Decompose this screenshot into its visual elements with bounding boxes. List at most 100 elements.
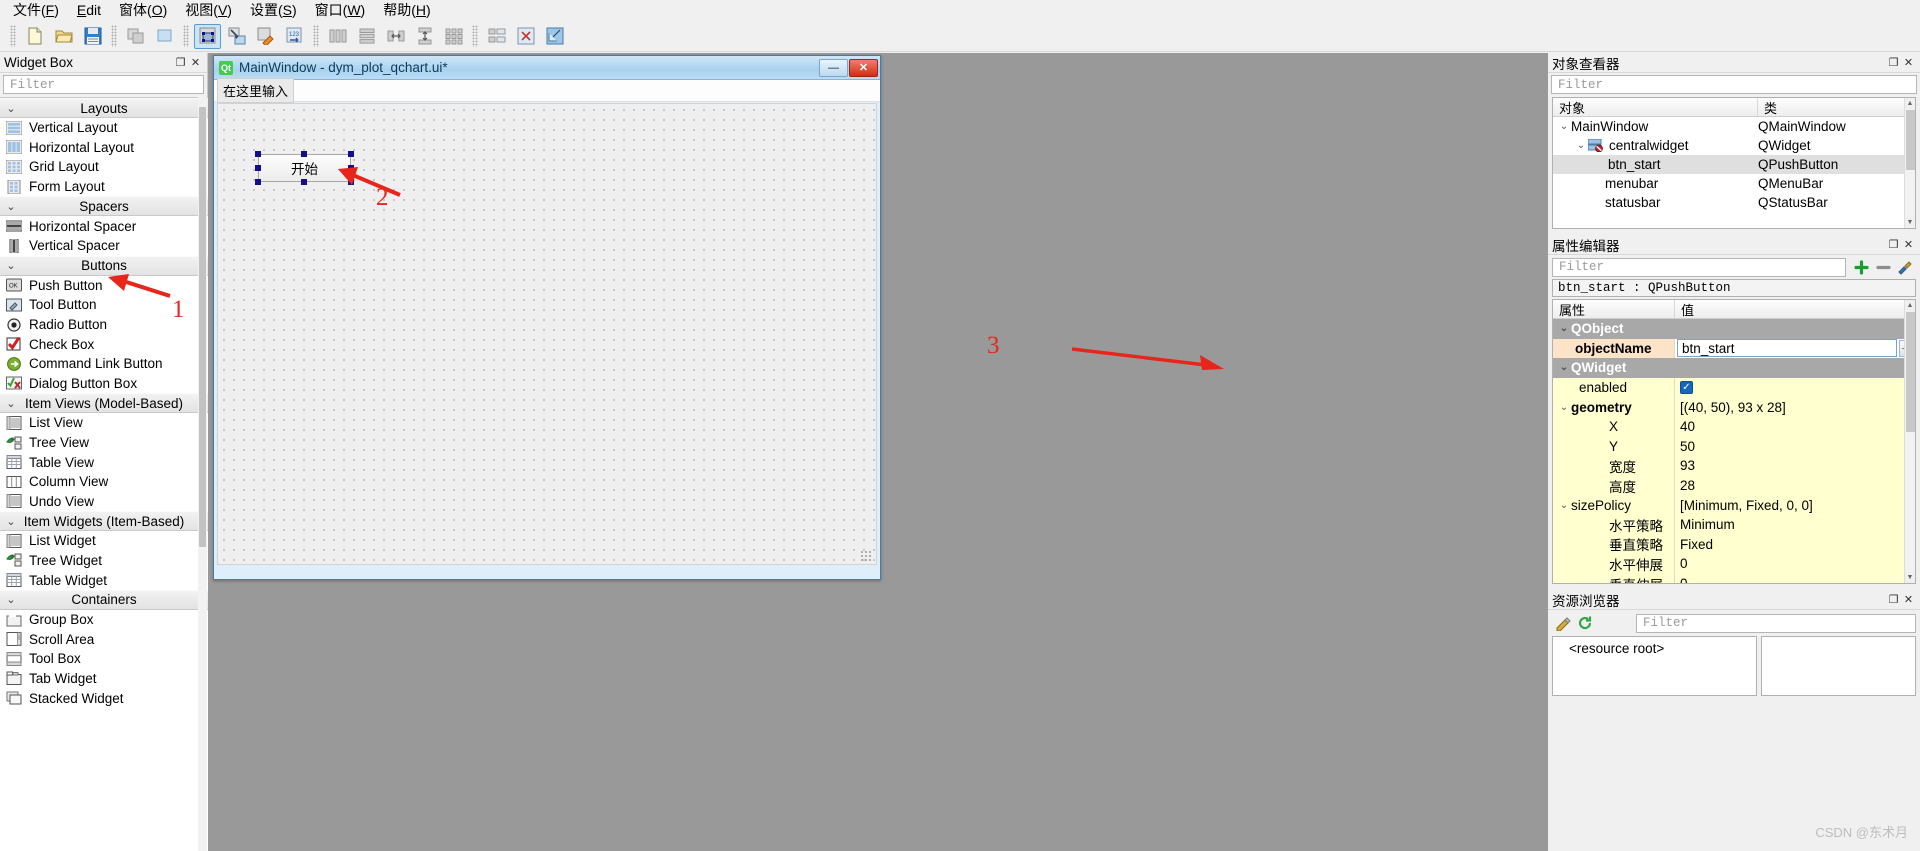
layout-vertically-icon[interactable]: [353, 24, 380, 49]
chevron-down-icon[interactable]: ⌄: [1557, 362, 1571, 373]
property-row[interactable]: ⌄ QWidget: [1553, 358, 1915, 378]
layout-in-splitter-v-icon[interactable]: [411, 24, 438, 49]
menu-item-1[interactable]: Edit: [68, 0, 110, 21]
menu-item-6[interactable]: 帮助(H): [374, 0, 439, 21]
toolbar-grip-2[interactable]: [111, 25, 117, 47]
chevron-down-icon[interactable]: ⌄: [1557, 121, 1571, 132]
chevron-down-icon[interactable]: ⌄: [1557, 500, 1571, 511]
widget-item-tree-view[interactable]: Tree View: [0, 432, 208, 453]
object-inspector-filter-input[interactable]: [1556, 76, 1912, 93]
selection-handle-bl[interactable]: [255, 179, 261, 185]
widget-item-tab-widget[interactable]: Tab Widget: [0, 668, 208, 689]
chevron-down-icon[interactable]: ⌄: [1557, 402, 1571, 413]
widget-item-form-layout[interactable]: Form Layout: [0, 176, 208, 197]
property-row[interactable]: ⌄ geometry [(40, 50), 93 x 28]: [1553, 397, 1915, 417]
widget-item-list-widget[interactable]: List Widget: [0, 531, 208, 551]
form-menu-placeholder[interactable]: 在这里输入: [217, 78, 295, 103]
edit-widgets-icon[interactable]: [194, 23, 221, 49]
save-icon[interactable]: [79, 24, 106, 49]
design-area[interactable]: Qt MainWindow - dym_plot_qchart.ui* — ✕ …: [208, 53, 1548, 851]
pencil-icon[interactable]: [1552, 613, 1574, 633]
add-property-icon[interactable]: [1850, 257, 1872, 277]
property-row[interactable]: 水平伸展 0: [1553, 554, 1915, 574]
widget-box-scroll-thumb[interactable]: [199, 107, 206, 547]
float-icon[interactable]: ❐: [1886, 237, 1901, 252]
float-icon[interactable]: ❐: [1886, 592, 1901, 607]
layout-form-icon[interactable]: [483, 24, 510, 49]
selection-handle-ml[interactable]: [255, 165, 261, 171]
object-inspector-scroll-thumb[interactable]: [1906, 110, 1915, 170]
column-header-value[interactable]: 值: [1675, 300, 1915, 318]
layout-in-splitter-h-icon[interactable]: [382, 24, 409, 49]
form-resize-grip[interactable]: [860, 550, 872, 562]
edit-tab-order-icon[interactable]: 123: [281, 24, 308, 49]
float-icon[interactable]: ❐: [173, 55, 188, 70]
property-row[interactable]: ⌄ sizePolicy [Minimum, Fixed, 0, 0]: [1553, 495, 1915, 515]
widget-category-spacers[interactable]: ⌄ Spacers: [0, 196, 208, 217]
widget-category-layouts[interactable]: ⌄ Layouts: [0, 98, 208, 118]
close-icon[interactable]: ✕: [1901, 55, 1916, 70]
object-inspector-tree[interactable]: 对象 类 ⌄ MainWindow QMainWindow ⌄ centralwidge…: [1552, 97, 1916, 229]
column-header-object[interactable]: 对象: [1553, 98, 1758, 116]
property-editor-table[interactable]: 属性 值 ⌄QObjectobjectNamebtn_start⋯⌄QWidge…: [1552, 299, 1916, 584]
widget-item-grid-layout[interactable]: Grid Layout: [0, 157, 208, 177]
object-inspector-scrollbar[interactable]: ▲ ▼: [1904, 98, 1915, 228]
minimize-button[interactable]: —: [819, 58, 848, 77]
widget-item-horizontal-layout[interactable]: Horizontal Layout: [0, 137, 208, 158]
widget-item-tool-box[interactable]: Tool Box: [0, 649, 208, 669]
property-row[interactable]: objectNamebtn_start⋯: [1553, 338, 1915, 359]
widget-item-stacked-widget[interactable]: Stacked Widget: [0, 688, 208, 708]
form-canvas[interactable]: 开始: [217, 103, 877, 565]
property-row[interactable]: X 40: [1553, 416, 1915, 437]
menu-item-2[interactable]: 窗体(O): [110, 0, 176, 21]
widget-item-command-link-button[interactable]: Command Link Button: [0, 353, 208, 374]
resource-preview[interactable]: [1761, 636, 1916, 696]
close-icon[interactable]: ✕: [188, 55, 203, 70]
close-icon[interactable]: ✕: [1901, 237, 1916, 252]
resource-root-label[interactable]: <resource root>: [1569, 641, 1664, 656]
object-inspector-row[interactable]: statusbar QStatusBar: [1553, 193, 1915, 212]
property-row[interactable]: 垂直伸展 0: [1553, 573, 1915, 583]
scroll-up-icon[interactable]: ▲: [1905, 98, 1915, 109]
selection-handle-bc[interactable]: [301, 179, 307, 185]
widget-item-dialog-button-box[interactable]: Dialog Button Box: [0, 373, 208, 394]
scroll-down-icon[interactable]: ▼: [1905, 217, 1915, 228]
form-menubar[interactable]: 在这里输入: [214, 78, 880, 103]
object-inspector-row[interactable]: ⌄ centralwidget QWidget: [1553, 136, 1915, 155]
property-editor-scrollbar[interactable]: ▲ ▼: [1904, 300, 1915, 583]
menu-item-5[interactable]: 窗口(W): [306, 0, 375, 21]
undo-icon[interactable]: [122, 24, 149, 49]
widget-item-tree-widget[interactable]: Tree Widget: [0, 550, 208, 571]
property-editor-filter[interactable]: [1552, 257, 1846, 277]
layout-grid-icon[interactable]: [440, 24, 467, 49]
new-icon[interactable]: [21, 24, 48, 49]
scroll-down-icon[interactable]: ▼: [1905, 572, 1915, 583]
resource-browser-filter-input[interactable]: [1641, 615, 1911, 631]
property-row[interactable]: 高度 28: [1553, 475, 1915, 496]
widget-item-table-widget[interactable]: Table Widget: [0, 570, 208, 590]
reload-icon[interactable]: [1574, 613, 1596, 633]
object-inspector-row[interactable]: menubar QMenuBar: [1553, 174, 1915, 193]
property-row[interactable]: 水平策略 Minimum: [1553, 514, 1915, 535]
widget-box-filter[interactable]: [3, 75, 204, 94]
open-icon[interactable]: [50, 24, 77, 49]
property-row[interactable]: 垂直策略 Fixed: [1553, 534, 1915, 555]
selection-handle-tc[interactable]: [301, 151, 307, 157]
widget-item-scroll-area[interactable]: Scroll Area: [0, 629, 208, 650]
toolbar-grip-5[interactable]: [472, 25, 478, 47]
configure-icon[interactable]: [1894, 257, 1916, 277]
widget-item-horizontal-spacer[interactable]: Horizontal Spacer: [0, 216, 208, 236]
widget-category-item-views-model-based[interactable]: ⌄ Item Views (Model-Based): [0, 393, 208, 414]
resource-browser-filter[interactable]: [1636, 613, 1916, 633]
property-editor-filter-input[interactable]: [1557, 259, 1841, 275]
property-row[interactable]: 宽度 93: [1553, 456, 1915, 476]
column-header-class[interactable]: 类: [1758, 98, 1915, 116]
break-layout-icon[interactable]: [512, 24, 539, 49]
toolbar-grip-4[interactable]: [313, 25, 319, 47]
close-icon[interactable]: ✕: [1901, 592, 1916, 607]
property-editor-scroll-thumb[interactable]: [1906, 312, 1915, 432]
form-titlebar[interactable]: Qt MainWindow - dym_plot_qchart.ui* — ✕: [214, 56, 880, 80]
widget-item-column-view[interactable]: Column View: [0, 471, 208, 492]
selection-handle-tl[interactable]: [255, 151, 261, 157]
object-inspector-row[interactable]: ⌄ MainWindow QMainWindow: [1553, 117, 1915, 136]
